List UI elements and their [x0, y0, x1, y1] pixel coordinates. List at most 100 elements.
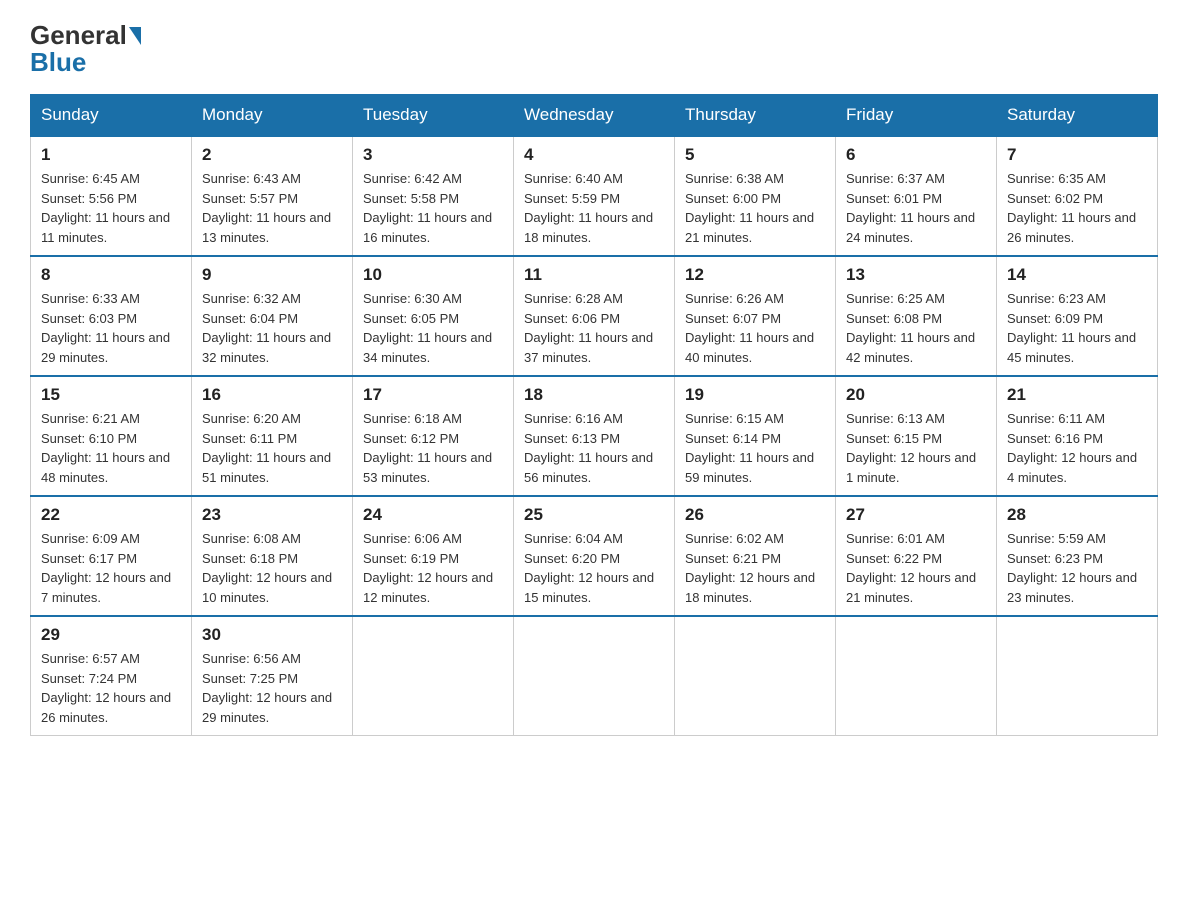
- week-row-4: 22Sunrise: 6:09 AMSunset: 6:17 PMDayligh…: [31, 496, 1158, 616]
- day-info: Sunrise: 6:20 AMSunset: 6:11 PMDaylight:…: [202, 409, 342, 487]
- day-cell: 29Sunrise: 6:57 AMSunset: 7:24 PMDayligh…: [31, 616, 192, 736]
- day-cell: 21 Sunrise: 6:11 AMSunset: 6:16 PMDayligh…: [997, 376, 1158, 496]
- header-row: SundayMondayTuesdayWednesdayThursdayFrid…: [31, 95, 1158, 137]
- day-number: 11: [524, 265, 664, 285]
- day-cell: 16 Sunrise: 6:20 AMSunset: 6:11 PMDayligh…: [192, 376, 353, 496]
- day-number: 3: [363, 145, 503, 165]
- day-cell: 7 Sunrise: 6:35 AMSunset: 6:02 PMDaylight…: [997, 136, 1158, 256]
- day-cell: 9 Sunrise: 6:32 AMSunset: 6:04 PMDaylight…: [192, 256, 353, 376]
- day-number: 12: [685, 265, 825, 285]
- day-cell: [514, 616, 675, 736]
- day-info: Sunrise: 6:33 AMSunset: 6:03 PMDaylight:…: [41, 289, 181, 367]
- day-info: Sunrise: 6:32 AMSunset: 6:04 PMDaylight:…: [202, 289, 342, 367]
- day-number: 10: [363, 265, 503, 285]
- day-number: 21: [1007, 385, 1147, 405]
- day-cell: 8 Sunrise: 6:33 AMSunset: 6:03 PMDaylight…: [31, 256, 192, 376]
- day-number: 6: [846, 145, 986, 165]
- day-number: 23: [202, 505, 342, 525]
- header-sunday: Sunday: [31, 95, 192, 137]
- day-cell: 1 Sunrise: 6:45 AMSunset: 5:56 PMDaylight…: [31, 136, 192, 256]
- day-number: 9: [202, 265, 342, 285]
- day-number: 22: [41, 505, 181, 525]
- day-info: Sunrise: 6:42 AMSunset: 5:58 PMDaylight:…: [363, 169, 503, 247]
- header-friday: Friday: [836, 95, 997, 137]
- week-row-5: 29Sunrise: 6:57 AMSunset: 7:24 PMDayligh…: [31, 616, 1158, 736]
- day-info: Sunrise: 6:11 AMSunset: 6:16 PMDaylight:…: [1007, 409, 1147, 487]
- day-cell: 14 Sunrise: 6:23 AMSunset: 6:09 PMDayligh…: [997, 256, 1158, 376]
- day-cell: 19 Sunrise: 6:15 AMSunset: 6:14 PMDayligh…: [675, 376, 836, 496]
- day-number: 28: [1007, 505, 1147, 525]
- day-info: Sunrise: 6:35 AMSunset: 6:02 PMDaylight:…: [1007, 169, 1147, 247]
- day-number: 25: [524, 505, 664, 525]
- header-tuesday: Tuesday: [353, 95, 514, 137]
- day-number: 1: [41, 145, 181, 165]
- day-info: Sunrise: 6:21 AMSunset: 6:10 PMDaylight:…: [41, 409, 181, 487]
- day-cell: [997, 616, 1158, 736]
- day-info: Sunrise: 6:37 AMSunset: 6:01 PMDaylight:…: [846, 169, 986, 247]
- day-cell: 27 Sunrise: 6:01 AMSunset: 6:22 PMDayligh…: [836, 496, 997, 616]
- day-cell: 26 Sunrise: 6:02 AMSunset: 6:21 PMDayligh…: [675, 496, 836, 616]
- day-info: Sunrise: 6:01 AMSunset: 6:22 PMDaylight:…: [846, 529, 986, 607]
- day-cell: 20 Sunrise: 6:13 AMSunset: 6:15 PMDayligh…: [836, 376, 997, 496]
- logo: General Blue: [30, 20, 142, 78]
- day-cell: 22Sunrise: 6:09 AMSunset: 6:17 PMDayligh…: [31, 496, 192, 616]
- day-info: Sunrise: 6:04 AMSunset: 6:20 PMDaylight:…: [524, 529, 664, 607]
- header-monday: Monday: [192, 95, 353, 137]
- day-number: 19: [685, 385, 825, 405]
- day-number: 5: [685, 145, 825, 165]
- day-info: Sunrise: 6:16 AMSunset: 6:13 PMDaylight:…: [524, 409, 664, 487]
- day-info: Sunrise: 6:30 AMSunset: 6:05 PMDaylight:…: [363, 289, 503, 367]
- day-info: Sunrise: 6:02 AMSunset: 6:21 PMDaylight:…: [685, 529, 825, 607]
- day-cell: 10 Sunrise: 6:30 AMSunset: 6:05 PMDayligh…: [353, 256, 514, 376]
- day-cell: [675, 616, 836, 736]
- day-info: Sunrise: 6:40 AMSunset: 5:59 PMDaylight:…: [524, 169, 664, 247]
- day-cell: 13Sunrise: 6:25 AMSunset: 6:08 PMDayligh…: [836, 256, 997, 376]
- day-number: 8: [41, 265, 181, 285]
- day-info: Sunrise: 6:43 AMSunset: 5:57 PMDaylight:…: [202, 169, 342, 247]
- day-number: 17: [363, 385, 503, 405]
- day-number: 20: [846, 385, 986, 405]
- day-cell: 15 Sunrise: 6:21 AMSunset: 6:10 PMDayligh…: [31, 376, 192, 496]
- day-cell: 17 Sunrise: 6:18 AMSunset: 6:12 PMDayligh…: [353, 376, 514, 496]
- day-info: Sunrise: 5:59 AMSunset: 6:23 PMDaylight:…: [1007, 529, 1147, 607]
- day-info: Sunrise: 6:23 AMSunset: 6:09 PMDaylight:…: [1007, 289, 1147, 367]
- logo-blue-text: Blue: [30, 47, 86, 78]
- day-number: 26: [685, 505, 825, 525]
- day-info: Sunrise: 6:28 AMSunset: 6:06 PMDaylight:…: [524, 289, 664, 367]
- day-cell: [353, 616, 514, 736]
- day-cell: 2Sunrise: 6:43 AMSunset: 5:57 PMDaylight…: [192, 136, 353, 256]
- day-number: 14: [1007, 265, 1147, 285]
- day-number: 18: [524, 385, 664, 405]
- day-cell: 11 Sunrise: 6:28 AMSunset: 6:06 PMDayligh…: [514, 256, 675, 376]
- day-info: Sunrise: 6:56 AMSunset: 7:25 PMDaylight:…: [202, 649, 342, 727]
- logo-arrow-icon: [129, 27, 141, 45]
- day-cell: 30 Sunrise: 6:56 AMSunset: 7:25 PMDayligh…: [192, 616, 353, 736]
- day-cell: 23Sunrise: 6:08 AMSunset: 6:18 PMDayligh…: [192, 496, 353, 616]
- day-info: Sunrise: 6:18 AMSunset: 6:12 PMDaylight:…: [363, 409, 503, 487]
- week-row-1: 1 Sunrise: 6:45 AMSunset: 5:56 PMDaylight…: [31, 136, 1158, 256]
- day-number: 30: [202, 625, 342, 645]
- header-saturday: Saturday: [997, 95, 1158, 137]
- day-info: Sunrise: 6:26 AMSunset: 6:07 PMDaylight:…: [685, 289, 825, 367]
- header-thursday: Thursday: [675, 95, 836, 137]
- day-info: Sunrise: 6:15 AMSunset: 6:14 PMDaylight:…: [685, 409, 825, 487]
- calendar-table: SundayMondayTuesdayWednesdayThursdayFrid…: [30, 94, 1158, 736]
- day-number: 4: [524, 145, 664, 165]
- day-number: 7: [1007, 145, 1147, 165]
- day-cell: 24 Sunrise: 6:06 AMSunset: 6:19 PMDayligh…: [353, 496, 514, 616]
- day-number: 27: [846, 505, 986, 525]
- day-info: Sunrise: 6:06 AMSunset: 6:19 PMDaylight:…: [363, 529, 503, 607]
- day-cell: 25 Sunrise: 6:04 AMSunset: 6:20 PMDayligh…: [514, 496, 675, 616]
- day-info: Sunrise: 6:13 AMSunset: 6:15 PMDaylight:…: [846, 409, 986, 487]
- day-number: 15: [41, 385, 181, 405]
- day-number: 24: [363, 505, 503, 525]
- header-wednesday: Wednesday: [514, 95, 675, 137]
- day-cell: [836, 616, 997, 736]
- day-info: Sunrise: 6:25 AMSunset: 6:08 PMDaylight:…: [846, 289, 986, 367]
- day-cell: 5 Sunrise: 6:38 AMSunset: 6:00 PMDaylight…: [675, 136, 836, 256]
- day-number: 16: [202, 385, 342, 405]
- day-number: 29: [41, 625, 181, 645]
- day-info: Sunrise: 6:38 AMSunset: 6:00 PMDaylight:…: [685, 169, 825, 247]
- page-header: General Blue: [30, 20, 1158, 78]
- day-info: Sunrise: 6:45 AMSunset: 5:56 PMDaylight:…: [41, 169, 181, 247]
